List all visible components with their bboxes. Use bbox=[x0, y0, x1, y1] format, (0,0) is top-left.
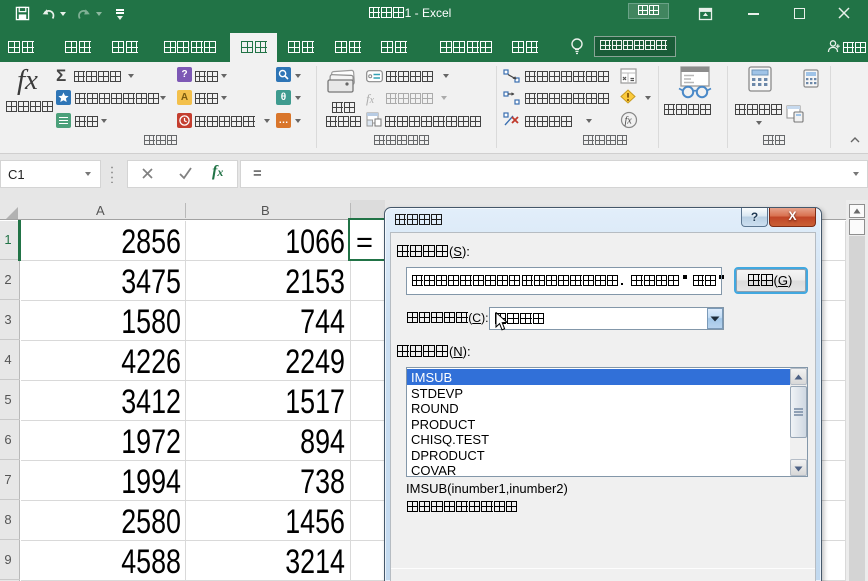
svg-text:fx: fx bbox=[625, 116, 633, 127]
